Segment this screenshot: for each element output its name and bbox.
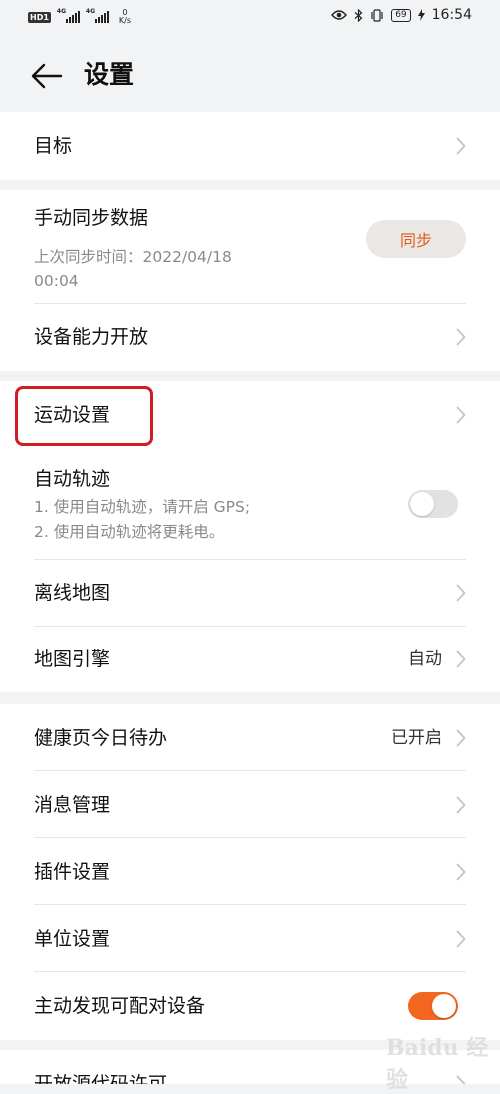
- bluetooth-icon: [354, 8, 363, 22]
- auto-track-title: 自动轨迹: [34, 468, 111, 490]
- last-sync-time-cont: 00:04: [34, 272, 79, 290]
- network-2-label: 4G: [85, 8, 96, 15]
- back-arrow-icon: [31, 63, 63, 89]
- chevron-right-icon: [456, 406, 466, 424]
- map-engine-label: 地图引擎: [34, 648, 111, 670]
- speed-unit: K/s: [118, 16, 132, 25]
- auto-track-item: 自动轨迹 1. 使用自动轨迹，请开启 GPS; 2. 使用自动轨迹将更耗电。: [0, 449, 500, 559]
- sport-settings-label: 运动设置: [34, 404, 111, 426]
- plugin-settings-label: 插件设置: [34, 861, 111, 883]
- goal-label: 目标: [34, 135, 73, 157]
- sport-card: 运动设置 自动轨迹 1. 使用自动轨迹，请开启 GPS; 2. 使用自动轨迹将更…: [0, 381, 500, 692]
- battery-icon: 69: [391, 8, 411, 22]
- offline-map-item[interactable]: 离线地图: [0, 559, 500, 626]
- clock: 16:54: [431, 7, 472, 23]
- toggle-knob: [410, 492, 434, 516]
- chevron-right-icon: [456, 930, 466, 948]
- discover-devices-toggle[interactable]: [408, 992, 458, 1020]
- app-header: 设置: [0, 36, 500, 112]
- status-bar: HD1 4G 4G 0 K/s 69 16:54: [0, 0, 500, 36]
- toggle-knob: [432, 994, 456, 1018]
- message-manage-item[interactable]: 消息管理: [0, 771, 500, 837]
- chevron-right-icon: [456, 863, 466, 881]
- device-capability-label: 设备能力开放: [34, 326, 149, 348]
- auto-track-desc-2: 2. 使用自动轨迹将更耗电。: [34, 523, 225, 541]
- unit-settings-label: 单位设置: [34, 928, 111, 950]
- status-right: 69 16:54: [331, 7, 472, 23]
- map-engine-item[interactable]: 地图引擎 自动: [0, 627, 500, 692]
- hd-badge: HD1: [28, 11, 51, 23]
- last-sync-time: 上次同步时间：2022/04/18: [34, 248, 232, 266]
- chevron-right-icon: [456, 584, 466, 602]
- sport-settings-item[interactable]: 运动设置: [0, 381, 500, 449]
- discover-devices-label: 主动发现可配对设备: [34, 995, 206, 1017]
- eye-icon: [331, 10, 348, 20]
- chevron-right-icon: [456, 650, 466, 668]
- health-todo-label: 健康页今日待办: [34, 727, 168, 749]
- auto-track-toggle[interactable]: [408, 490, 458, 518]
- goal-card: 目标: [0, 112, 500, 180]
- sync-button[interactable]: 同步: [366, 220, 466, 258]
- signal-1-icon: 4G: [56, 8, 80, 23]
- message-manage-label: 消息管理: [34, 794, 111, 816]
- signal-2-icon: 4G: [85, 8, 109, 23]
- plugin-settings-item[interactable]: 插件设置: [0, 838, 500, 904]
- offline-map-label: 离线地图: [34, 582, 111, 604]
- vibrate-icon: [371, 8, 383, 22]
- health-todo-item[interactable]: 健康页今日待办 已开启: [0, 704, 500, 770]
- device-capability-item[interactable]: 设备能力开放: [0, 304, 500, 371]
- manual-sync-title: 手动同步数据: [34, 207, 149, 229]
- charging-icon: [417, 9, 425, 21]
- health-todo-value: 已开启: [391, 728, 442, 748]
- sim1-label: 1: [43, 12, 49, 22]
- general-card: 健康页今日待办 已开启 消息管理 插件设置 单位设置 主动发现可配对设备: [0, 704, 500, 1040]
- chevron-right-icon: [456, 796, 466, 814]
- network-speed: 0 K/s: [119, 9, 131, 25]
- chevron-right-icon: [456, 328, 466, 346]
- goal-item[interactable]: 目标: [0, 112, 500, 180]
- back-button[interactable]: [30, 56, 70, 96]
- chevron-right-icon: [456, 137, 466, 155]
- watermark: Baidu 经验: [386, 1035, 489, 1093]
- unit-settings-item[interactable]: 单位设置: [0, 905, 500, 971]
- auto-track-desc-1: 1. 使用自动轨迹，请开启 GPS;: [34, 498, 251, 516]
- map-engine-value: 自动: [408, 649, 442, 669]
- chevron-right-icon: [456, 729, 466, 747]
- network-1-label: 4G: [56, 8, 67, 15]
- sync-card: 手动同步数据 上次同步时间：2022/04/18 00:04 同步 设备能力开放: [0, 190, 500, 371]
- status-left: HD1 4G 4G 0 K/s: [28, 8, 131, 25]
- open-source-label: 开放源代码许可: [34, 1073, 168, 1084]
- manual-sync-item: 手动同步数据 上次同步时间：2022/04/18 00:04 同步: [0, 190, 500, 303]
- hd-label: HD: [30, 12, 44, 22]
- page-title: 设置: [84, 60, 135, 89]
